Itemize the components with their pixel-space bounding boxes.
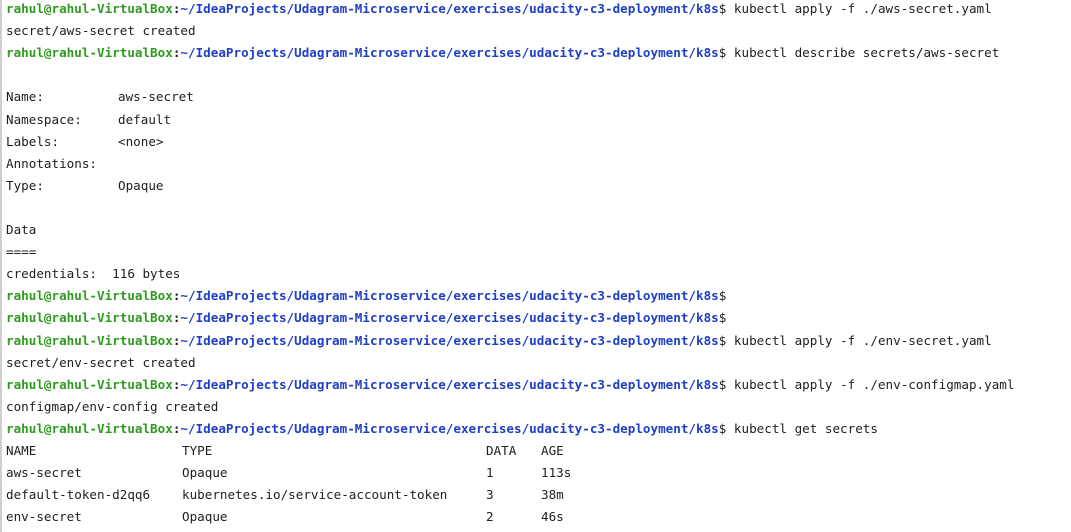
table-cell: Opaque [182,509,228,525]
field-value: default [118,111,172,127]
output-text: Data [6,222,37,237]
prompt-line: rahul@rahul-VirtualBox:~/IdeaProjects/Ud… [6,0,1066,20]
table-cell: kubernetes.io/service-account-token [182,487,448,503]
output-text: configmap/env-config created [6,398,219,414]
output-text: secret/aws-secret created [6,23,196,39]
table-cell: NAME [6,443,37,458]
field-value: Opaque [118,177,164,193]
table-cell: 46s [541,509,564,525]
field-value: <none> [118,133,164,149]
output-text: credentials: 116 bytes [6,266,181,282]
command-text: kubectl apply -f ./aws-secret.yaml [726,1,992,16]
field-key: Name: [6,89,44,105]
table-cell: 1 [486,465,494,481]
prompt-line: rahul@rahul-VirtualBox:~/IdeaProjects/Ud… [6,42,1066,64]
prompt-user: rahul@rahul-VirtualBox [6,310,173,326]
prompt-dollar: $ [718,288,727,304]
prompt-path: ~/IdeaProjects/Udagram-Microservice/exer… [180,310,719,326]
prompt-user: rahul@rahul-VirtualBox [6,332,173,348]
describe-field: Namespace: default [6,109,1066,131]
table-cell: TYPE [182,443,213,458]
command-text: kubectl apply -f ./env-configmap.yaml [726,376,1015,392]
prompt-path: ~/IdeaProjects/Udagram-Microservice/exer… [180,45,719,61]
output-text: ==== [6,244,37,260]
table-row: env-secret Opaque 2 46s [6,506,1066,528]
command-text: kubectl apply -f ./env-secret.yaml [726,332,992,348]
table-cell: AGE [541,443,564,458]
table-cell: aws-secret [6,465,82,481]
prompt-line: rahul@rahul-VirtualBox:~/IdeaProjects/Ud… [6,330,1066,352]
describe-field: Annotations: [6,153,1066,175]
prompt-user: rahul@rahul-VirtualBox [6,420,173,436]
table-row: aws-secret Opaque 1 113s [6,462,1066,484]
prompt-line: rahul@rahul-VirtualBox:~/IdeaProjects/Ud… [6,374,1066,396]
prompt-dollar: $ [718,310,727,326]
describe-field: Name: aws-secret [6,86,1066,108]
table-cell: default-token-d2qq6 [6,487,151,503]
prompt-user: rahul@rahul-VirtualBox [6,1,173,16]
output-text: secret/env-secret created [6,354,196,370]
terminal-output[interactable]: rahul@rahul-VirtualBox:~/IdeaProjects/Ud… [0,0,1071,532]
field-key: Type: [6,177,44,193]
prompt-user: rahul@rahul-VirtualBox [6,376,173,392]
table-cell: DATA [486,443,517,458]
prompt-user: rahul@rahul-VirtualBox [6,45,173,61]
prompt-line: rahul@rahul-VirtualBox:~/IdeaProjects/Ud… [6,285,1066,307]
table-cell: Opaque [182,465,228,481]
command-text: kubectl get secrets [726,420,878,436]
field-key: Annotations: [6,155,97,171]
prompt-path: ~/IdeaProjects/Udagram-Microservice/exer… [180,376,719,392]
output-line: Data [6,219,1066,241]
prompt-line: rahul@rahul-VirtualBox:~/IdeaProjects/Ud… [6,418,1066,440]
prompt-line: rahul@rahul-VirtualBox:~/IdeaProjects/Ud… [6,307,1066,329]
table-cell: 2 [486,509,494,525]
field-key: Namespace: [6,111,82,127]
table-cell: 38m [541,487,564,503]
command-text: kubectl describe secrets/aws-secret [726,45,1000,61]
table-row: default-token-d2qq6 kubernetes.io/service… [6,484,1066,506]
output-line: configmap/env-config created [6,396,1066,418]
describe-field: Type: Opaque [6,175,1066,197]
prompt-path: ~/IdeaProjects/Udagram-Microservice/exer… [180,420,719,436]
output-line: secret/env-secret created [6,352,1066,374]
output-line: secret/aws-secret created [6,20,1066,42]
prompt-path: ~/IdeaProjects/Udagram-Microservice/exer… [180,288,719,304]
prompt-path: ~/IdeaProjects/Udagram-Microservice/exer… [180,332,719,348]
table-header: NAME TYPE DATA AGE [6,440,1066,462]
field-value: aws-secret [118,89,194,105]
prompt-path: ~/IdeaProjects/Udagram-Microservice/exer… [180,1,719,16]
output-line: credentials: 116 bytes [6,263,1066,285]
table-cell: 3 [486,487,494,503]
table-cell: 113s [541,465,572,481]
terminal-gutter [0,0,2,532]
prompt-user: rahul@rahul-VirtualBox [6,288,173,304]
field-key: Labels: [6,133,60,149]
describe-field: Labels: <none> [6,131,1066,153]
table-cell: env-secret [6,509,82,525]
output-line: ==== [6,241,1066,263]
